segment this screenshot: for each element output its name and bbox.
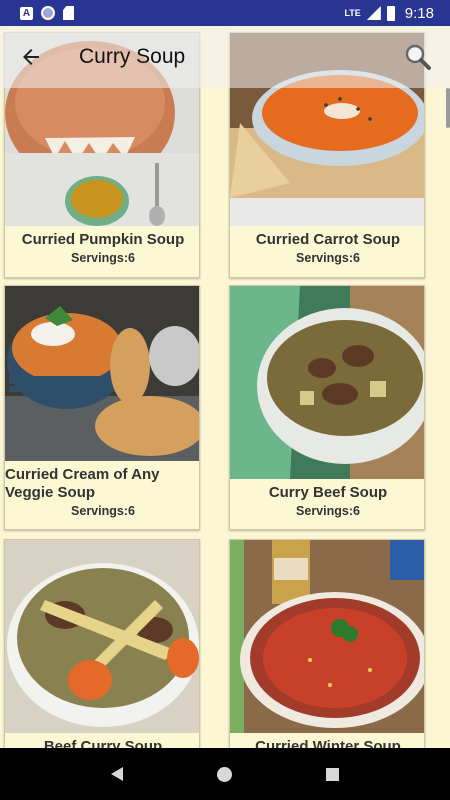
recipe-card[interactable]: Curry Beef Soup Servings:6 — [229, 285, 425, 530]
battery-icon — [386, 5, 395, 21]
sd-card-icon — [63, 6, 74, 20]
recipe-image — [5, 286, 199, 461]
recipe-servings: Servings:6 — [296, 504, 360, 518]
clock: 9:18 — [404, 4, 434, 22]
app-toolbar: Curry Soup — [0, 26, 450, 88]
scrollbar[interactable] — [446, 88, 450, 128]
recipe-image — [5, 540, 199, 733]
recipe-card[interactable]: Curried Winter Soup — [229, 539, 425, 774]
recipe-card[interactable]: Beef Curry Soup — [4, 539, 200, 774]
recipe-title: Curried Cream of Any Veggie Soup — [5, 466, 160, 501]
arrow-back-icon[interactable] — [19, 45, 43, 69]
recipe-title: Curried Pumpkin Soup — [21, 231, 185, 248]
recipe-servings: Servings:6 — [296, 251, 360, 265]
globe-icon — [41, 6, 55, 20]
recipe-card[interactable]: Curried Cream of Any Veggie Soup Serving… — [4, 285, 200, 530]
recipe-title: Curried Carrot Soup — [255, 231, 401, 248]
status-bar: A LTE 9:18 — [0, 0, 450, 26]
recipe-image — [230, 286, 424, 479]
nav-recents-icon[interactable] — [326, 767, 339, 781]
recipe-servings: Servings:6 — [71, 251, 135, 265]
recipe-image — [230, 540, 424, 733]
system-nav-bar — [0, 748, 450, 800]
app-notification-icon: A — [20, 6, 33, 20]
page-title: Curry Soup — [79, 45, 186, 68]
nav-home-icon[interactable] — [217, 766, 232, 782]
signal-icon — [366, 6, 381, 20]
recipe-servings: Servings:6 — [71, 504, 135, 518]
nav-back-icon[interactable] — [111, 767, 123, 781]
network-type: LTE — [344, 8, 361, 18]
search-icon[interactable] — [404, 43, 432, 71]
recipe-title: Curry Beef Soup — [268, 484, 388, 501]
